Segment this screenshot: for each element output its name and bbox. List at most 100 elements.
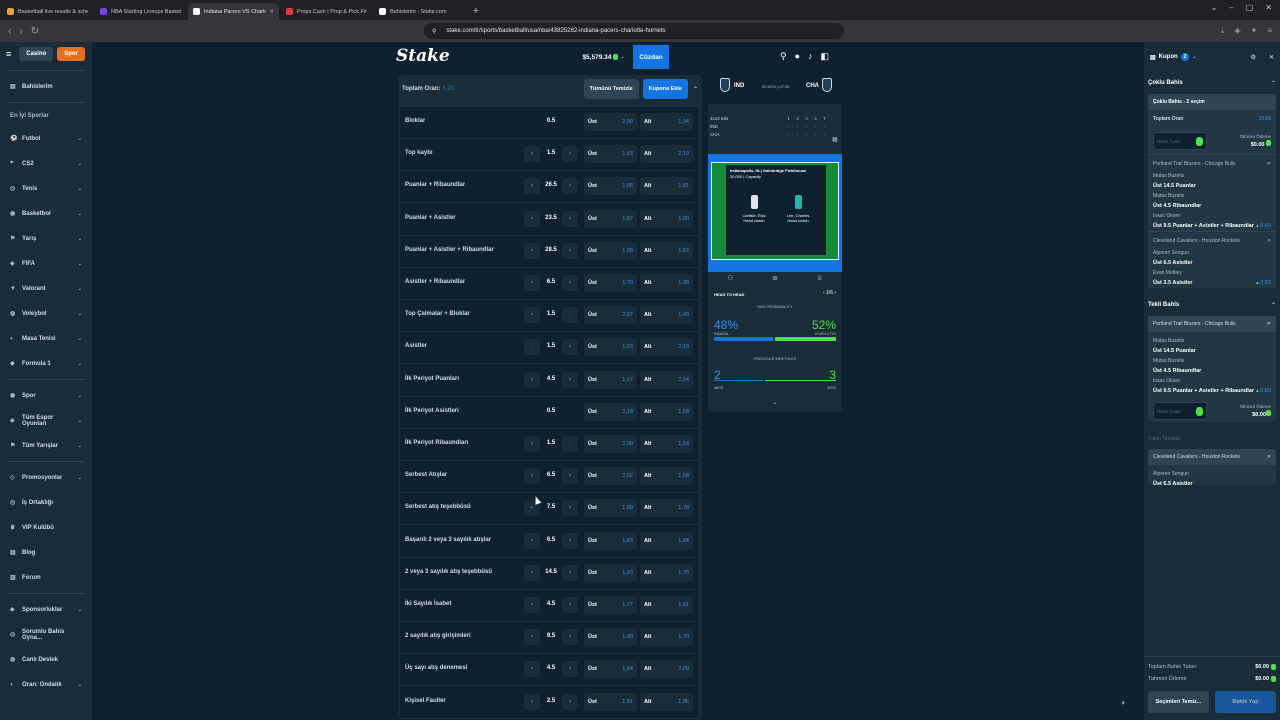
browser-tab[interactable]: NBA Starting Lineups Basketball Dai (95, 3, 186, 20)
increase-line-button[interactable]: › (562, 242, 578, 259)
increase-line-button[interactable]: › (562, 339, 578, 356)
clear-all-button[interactable]: Tümünü Temizle (583, 79, 639, 99)
decrease-line-button[interactable]: ‹ (524, 307, 540, 324)
sidebar-item-promosyonlar[interactable]: ◇ Promosyonlar ⌄ (0, 465, 92, 490)
head-to-head-pager[interactable]: ‹ 1/6 › (823, 290, 836, 296)
decrease-line-button[interactable]: ‹ (524, 597, 540, 613)
under-odds-button[interactable]: Alt 1,68 (640, 467, 693, 486)
over-odds-button[interactable]: Üst 1,99 (584, 628, 637, 647)
extensions-icon[interactable]: ✦ (1251, 26, 1258, 36)
stats-toggle-icon[interactable]: ▦ (832, 136, 838, 143)
sidebar-item-forum[interactable]: ▥ Forum (0, 565, 92, 590)
sidebar-item-oran-ondal-k[interactable]: ◐ Oran: Ondalık ⌄ (0, 672, 92, 697)
sidebar-item-canl-destek[interactable]: ◍ Canlı Destek (0, 647, 92, 672)
increase-line-button[interactable]: › (562, 500, 578, 517)
tab-search-icon[interactable]: ⌄ (1211, 3, 1218, 12)
under-odds-button[interactable]: Alt 1,80 (640, 209, 693, 228)
over-odds-button[interactable]: Üst 1,64 (584, 660, 637, 679)
user-icon[interactable]: ● (795, 51, 800, 62)
decrease-line-button[interactable]: ‹ (524, 371, 540, 388)
wallet-extension-icon[interactable]: ◈ (1234, 26, 1240, 36)
increase-line-button[interactable]: › (562, 564, 578, 581)
increase-line-button[interactable]: › (562, 210, 578, 227)
under-odds-button[interactable]: Alt 1,86 (640, 692, 693, 711)
decrease-line-button[interactable]: ‹ (524, 693, 540, 710)
over-odds-button[interactable]: Üst 2,90 (584, 113, 637, 131)
betslip-toggle-icon[interactable]: ◧ (821, 51, 830, 62)
sidebar-item-basketbol[interactable]: ◉ Basketbol ⌄ (0, 201, 92, 226)
over-odds-button[interactable]: Üst 1,63 (584, 338, 637, 357)
decrease-line-button[interactable]: ‹ (524, 629, 540, 646)
browser-tab[interactable]: Basketball live results & schedule | S (2, 3, 93, 20)
place-bet-button[interactable]: Bahis Yap (1215, 691, 1276, 713)
decrease-line-button[interactable]: ‹ (524, 532, 540, 549)
decrease-line-button[interactable]: ‹ (524, 564, 540, 581)
back-icon[interactable]: ‹ (8, 26, 11, 37)
over-odds-button[interactable]: Üst 1,89 (584, 499, 637, 518)
sidebar-item-fifa[interactable]: ◈ FIFA ⌄ (0, 251, 92, 276)
collapse-chevron-icon[interactable]: ⌃ (708, 402, 842, 409)
under-odds-button[interactable]: Alt 2,04 (640, 370, 693, 389)
court-tab-icon[interactable]: ⚇ (727, 274, 733, 282)
sidebar-item-formula-1[interactable]: ◆ Formula 1 ⌄ (0, 351, 92, 376)
clear-selections-button[interactable]: Seçimleri Temiz... (1148, 691, 1209, 713)
url-field[interactable]: ⚲ stake.com/tr/sports/basketball/usa/nba… (424, 23, 844, 39)
menu-icon[interactable]: ≡ (1267, 26, 1272, 36)
under-odds-button[interactable]: Alt 2,10 (640, 145, 693, 164)
over-odds-button[interactable]: Üst 2,02 (584, 467, 637, 486)
sidebar-item-my-bets[interactable]: ▤ Bahislerim (0, 74, 92, 99)
over-odds-button[interactable]: Üst 1,77 (584, 596, 637, 614)
browser-tab[interactable]: Props.Cash | Prop & Pick Finder (281, 3, 372, 20)
sidebar-item-tenis[interactable]: ◎ Tenis ⌄ (0, 176, 92, 201)
notification-icon[interactable]: ♪ (808, 51, 813, 62)
stake-logo[interactable]: Stake (396, 46, 450, 66)
decrease-line-button[interactable]: ‹ (524, 146, 540, 163)
casino-button[interactable]: Casino (19, 47, 54, 61)
over-odds-button[interactable]: Üst 2,30 (584, 435, 637, 453)
over-odds-button[interactable]: Üst 1,63 (584, 145, 637, 164)
minimize-icon[interactable]: – (1229, 3, 1233, 12)
over-odds-button[interactable]: Üst 1,87 (584, 209, 637, 228)
under-odds-button[interactable]: Alt 2,10 (640, 338, 693, 357)
increase-line-button[interactable]: › (562, 436, 578, 452)
sidebar-item-voleybol[interactable]: ◍ Voleybol ⌄ (0, 301, 92, 326)
close-icon[interactable]: ✕ (1269, 54, 1274, 61)
increase-line-button[interactable]: › (562, 307, 578, 324)
decrease-line-button[interactable]: ‹ (524, 339, 540, 356)
under-odds-button[interactable]: Alt 1,84 (640, 531, 693, 550)
increase-line-button[interactable]: › (562, 468, 578, 485)
under-odds-button[interactable]: Alt 1,91 (640, 596, 693, 614)
wallet-button[interactable]: Cüzdan (633, 45, 669, 69)
increase-line-button[interactable]: › (562, 532, 578, 549)
under-odds-button[interactable]: Alt 1,78 (640, 499, 693, 518)
over-odds-button[interactable]: Üst 1,93 (584, 563, 637, 582)
increase-line-button[interactable]: › (562, 178, 578, 195)
chevron-up-icon[interactable]: ⌃ (693, 86, 698, 93)
maximize-icon[interactable]: ▢ (1246, 3, 1254, 12)
increase-line-button[interactable]: › (562, 371, 578, 388)
over-odds-button[interactable]: Üst 1,81 (584, 692, 637, 711)
remove-leg-icon[interactable]: ✕ (1267, 161, 1271, 167)
close-icon[interactable]: ✕ (1267, 454, 1271, 460)
under-odds-button[interactable]: Alt 1,81 (640, 177, 693, 196)
sidebar-item-yar-[interactable]: ⚑ Yarış ⌄ (0, 226, 92, 251)
repeat-stake-label[interactable]: Tutarı Tekrarla (1144, 424, 1280, 449)
search-icon[interactable]: ⚲ (780, 51, 787, 62)
sidebar-item-sponsorluklar[interactable]: ◈ Sponsorluklar ⌄ (0, 597, 92, 622)
headset-icon[interactable]: ◑ (1120, 698, 1125, 707)
under-odds-button[interactable]: Alt 1,82 (640, 241, 693, 260)
stake-input[interactable]: Bahis Tutarı (1153, 132, 1207, 150)
stake-input[interactable]: Bahis Tutarı (1153, 402, 1207, 420)
over-odds-button[interactable]: Üst 2,67 (584, 306, 637, 325)
remove-leg-icon[interactable]: ✕ (1267, 238, 1271, 244)
sidebar-item-cs2[interactable]: ⌖ CS2 ⌄ (0, 151, 92, 176)
sidebar-item-t-m-espor-oyunlar-[interactable]: ◈ Tüm Espor Oyunları ⌄ (0, 408, 92, 433)
over-odds-button[interactable]: Üst 1,85 (584, 241, 637, 260)
chevron-down-icon[interactable]: ⌄ (1192, 54, 1196, 60)
reload-icon[interactable]: ↻ (31, 26, 39, 37)
new-tab-button[interactable]: + (473, 6, 479, 17)
under-odds-button[interactable]: Alt 2,09 (640, 660, 693, 679)
under-odds-button[interactable]: Alt 1,53 (640, 435, 693, 453)
sidebar-item-i-ortakl-[interactable]: ◎ İş Ortaklığı (0, 490, 92, 515)
sidebar-item-valorant[interactable]: ▼ Valorant ⌄ (0, 276, 92, 301)
